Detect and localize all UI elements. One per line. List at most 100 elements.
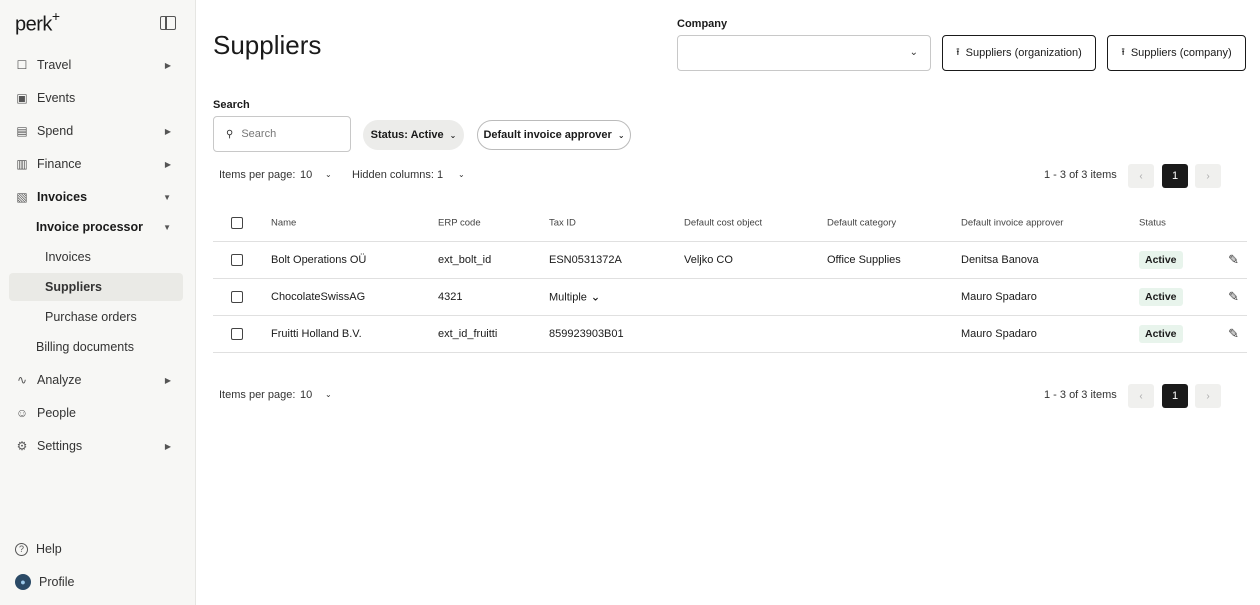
column-erp-code[interactable]: ERP code <box>438 217 481 228</box>
chevron-down-icon[interactable]: ⌄ <box>325 170 332 179</box>
column-status[interactable]: Status <box>1139 217 1166 228</box>
company-label: Company <box>677 18 728 30</box>
sidebar-item-label: Analyze <box>37 373 82 387</box>
sidebar-item-label: Settings <box>37 439 83 453</box>
sidebar-item-finance[interactable]: ▥ Finance ▶ <box>9 150 183 178</box>
tax-id: ESN0531372A <box>549 254 622 266</box>
sidebar: perk+ ☐ Travel ▶ ▣ Events ▤ Spend ▶ ▥ Fi… <box>0 0 196 605</box>
status-badge: Active <box>1139 251 1183 269</box>
sidebar-item-spend[interactable]: ▤ Spend ▶ <box>9 117 183 145</box>
next-page-button[interactable]: › <box>1195 384 1221 408</box>
edit-icon[interactable]: ✎ <box>1228 252 1239 268</box>
column-default-cost-object[interactable]: Default cost object <box>684 217 762 228</box>
pager-top: Items per page: 10 ⌄ Hidden columns: 1 ⌄… <box>219 164 1229 188</box>
document-icon: ▧ <box>16 190 28 204</box>
status-filter[interactable]: Status: Active ⌄ <box>363 120 464 150</box>
caret-right-icon: ▶ <box>164 126 171 136</box>
table-row[interactable]: Bolt Operations OÜ ext_bolt_id ESN053137… <box>213 242 1247 279</box>
table-row[interactable]: ChocolateSwissAG 4321 Multiple ⌄ Mauro Sp… <box>213 279 1247 316</box>
supplier-name[interactable]: Fruitti Holland B.V. <box>271 328 362 340</box>
sidebar-item-suppliers[interactable]: Suppliers <box>9 273 183 301</box>
caret-right-icon: ▶ <box>164 159 171 169</box>
sidebar-item-analyze[interactable]: ∿ Analyze ▶ <box>9 366 183 394</box>
sidebar-item-label: Finance <box>37 157 82 171</box>
trend-icon: ∿ <box>16 373 28 387</box>
row-checkbox[interactable] <box>231 291 243 303</box>
caret-down-icon: ▼ <box>163 222 171 232</box>
tax-id: 859923903B01 <box>549 328 624 340</box>
main-content: Suppliers Company ⌄ ⭱ Suppliers (organiz… <box>196 0 1260 605</box>
sidebar-item-settings[interactable]: ⚙ Settings ▶ <box>9 432 183 460</box>
sidebar-item-label: Invoice processor <box>36 220 143 234</box>
table-row[interactable]: Fruitti Holland B.V. ext_id_fruitti 8599… <box>213 316 1247 353</box>
money-icon: ▤ <box>16 124 28 138</box>
column-default-category[interactable]: Default category <box>827 217 896 228</box>
erp-code: ext_id_fruitti <box>438 328 498 340</box>
search-label: Search <box>213 99 250 111</box>
table-header: Name ERP code Tax ID Default cost object… <box>213 204 1247 242</box>
sidebar-item-events[interactable]: ▣ Events <box>9 84 183 112</box>
sidebar-item-invoices[interactable]: ▧ Invoices ▼ <box>9 183 183 211</box>
perk-logo[interactable]: perk+ <box>15 8 60 37</box>
sidebar-item-label: Help <box>36 542 62 556</box>
status-badge: Active <box>1139 288 1183 306</box>
prev-page-button[interactable]: ‹ <box>1128 164 1154 188</box>
page-1-button[interactable]: 1 <box>1162 164 1188 188</box>
chevron-down-icon: ⌄ <box>449 130 457 140</box>
chevron-down-icon[interactable]: ⌄ <box>458 170 465 179</box>
export-suppliers-company-button[interactable]: ⭱ Suppliers (company) <box>1107 35 1246 71</box>
suppliers-table: Name ERP code Tax ID Default cost object… <box>213 204 1247 353</box>
edit-icon[interactable]: ✎ <box>1228 289 1239 305</box>
search-icon: ⚲ <box>226 128 234 140</box>
tax-id-multiple-toggle[interactable]: Multiple ⌄ <box>549 291 600 304</box>
pager-range: 1 - 3 of 3 items <box>1044 389 1117 401</box>
items-per-page-select[interactable]: 10 <box>300 389 312 401</box>
default-invoice-approver: Mauro Spadaro <box>961 328 1037 340</box>
hidden-columns-select[interactable]: 1 <box>437 169 443 181</box>
edit-icon[interactable]: ✎ <box>1228 326 1239 342</box>
sidebar-item-help[interactable]: ? Help <box>9 535 183 563</box>
status-badge: Active <box>1139 325 1183 343</box>
erp-code: 4321 <box>438 291 463 303</box>
default-invoice-approver-filter[interactable]: Default invoice approver ⌄ <box>477 120 631 150</box>
caret-right-icon: ▶ <box>164 441 171 451</box>
company-select[interactable]: ⌄ <box>677 35 931 71</box>
pager-bottom: Items per page: 10 ⌄ 1 - 3 of 3 items ‹ … <box>219 384 1229 408</box>
avatar: ● <box>15 574 31 590</box>
caret-right-icon: ▶ <box>164 60 171 70</box>
calendar-icon: ▣ <box>16 91 28 105</box>
supplier-name[interactable]: Bolt Operations OÜ <box>271 254 366 266</box>
prev-page-button[interactable]: ‹ <box>1128 384 1154 408</box>
sidebar-item-travel[interactable]: ☐ Travel ▶ <box>9 51 183 79</box>
chevron-down-icon: ⌄ <box>590 291 601 304</box>
erp-code: ext_bolt_id <box>438 254 492 266</box>
row-checkbox[interactable] <box>231 328 243 340</box>
chevron-down-icon[interactable]: ⌄ <box>325 390 332 399</box>
select-all-checkbox[interactable] <box>231 216 243 229</box>
sidebar-item-invoices-sub[interactable]: Invoices <box>9 243 183 271</box>
column-name[interactable]: Name <box>271 217 296 228</box>
column-tax-id[interactable]: Tax ID <box>549 217 576 228</box>
sidebar-item-label: Invoices <box>37 190 88 204</box>
export-suppliers-organization-button[interactable]: ⭱ Suppliers (organization) <box>942 35 1096 71</box>
pager-range: 1 - 3 of 3 items <box>1044 169 1117 181</box>
suitcase-icon: ☐ <box>16 58 28 72</box>
sidebar-item-purchase-orders[interactable]: Purchase orders <box>9 303 183 331</box>
column-default-invoice-approver[interactable]: Default invoice approver <box>961 217 1063 228</box>
gear-icon: ⚙ <box>16 439 28 453</box>
person-icon: ☺ <box>15 406 29 420</box>
sidebar-item-label: Purchase orders <box>45 310 137 324</box>
sidebar-item-profile[interactable]: ● Profile <box>9 568 183 596</box>
sidebar-item-invoice-processor[interactable]: Invoice processor ▼ <box>9 213 183 241</box>
sidebar-item-billing-documents[interactable]: Billing documents <box>9 333 183 361</box>
supplier-name[interactable]: ChocolateSwissAG <box>271 291 365 303</box>
page-1-button[interactable]: 1 <box>1162 384 1188 408</box>
sidebar-toggle-icon[interactable] <box>160 16 176 30</box>
next-page-button[interactable]: › <box>1195 164 1221 188</box>
search-input[interactable] <box>241 128 332 140</box>
sidebar-item-people[interactable]: ☺ People <box>9 399 183 427</box>
items-per-page-select[interactable]: 10 <box>300 169 312 181</box>
search-field[interactable]: ⚲ <box>213 116 351 152</box>
row-checkbox[interactable] <box>231 254 243 266</box>
sidebar-item-label: Profile <box>39 575 75 589</box>
